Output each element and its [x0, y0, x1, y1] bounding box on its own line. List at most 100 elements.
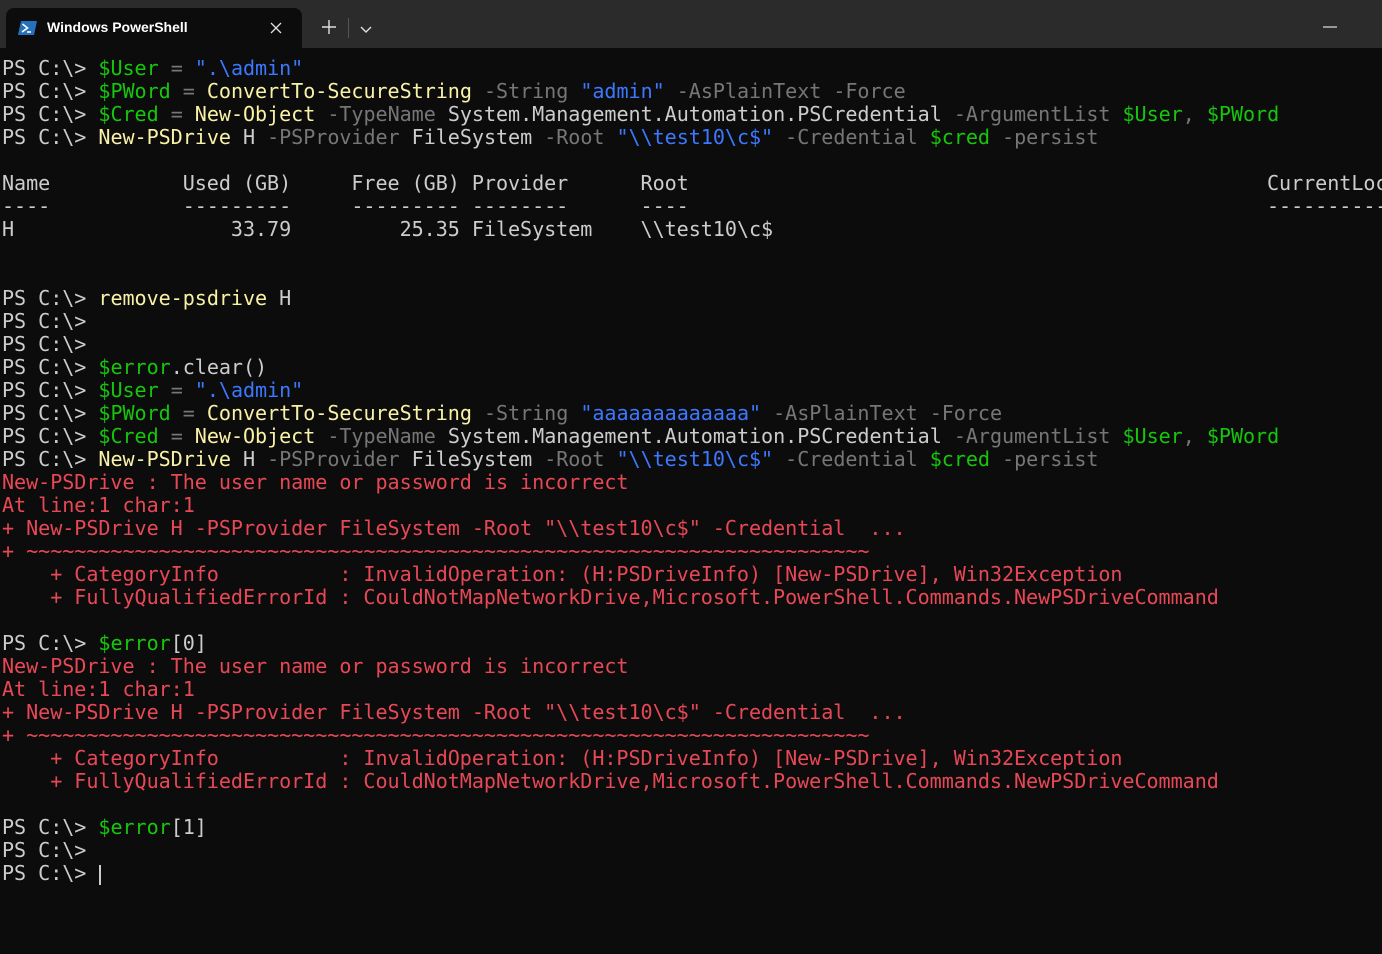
terminal-text-segment: = — [158, 424, 195, 448]
terminal-text-segment: H — [230, 447, 268, 471]
terminal-line: + FullyQualifiedErrorId : CouldNotMapNet… — [2, 770, 1382, 793]
terminal-text-segment: + CategoryInfo : InvalidOperation: (H:PS… — [2, 562, 1123, 586]
terminal-text-segment: New-Object — [194, 424, 316, 448]
terminal-text-segment: H — [267, 286, 292, 310]
terminal-text-segment: "\\test10\c$" — [616, 447, 774, 471]
terminal-text-segment: -persist — [989, 447, 1099, 471]
terminal-text-segment: -String — [471, 401, 581, 425]
terminal-text-segment: -String — [471, 79, 581, 103]
terminal-text-segment: + FullyQualifiedErrorId : CouldNotMapNet… — [2, 769, 1219, 793]
tab-separator — [348, 18, 349, 38]
terminal-text-segment: -Credential — [773, 447, 930, 471]
minimize-button[interactable] — [1312, 8, 1348, 36]
terminal-text-segment: System.Management.Automation.PSCredentia… — [447, 102, 942, 126]
terminal-text-segment: -PSProvider — [267, 125, 412, 149]
terminal-output[interactable]: PS C:\> $User = ".\admin" PS C:\> $PWord … — [2, 57, 1382, 954]
terminal-text-segment: "\\test10\c$" — [616, 125, 774, 149]
terminal-text-segment: New-PSDrive — [98, 447, 231, 471]
terminal-line: + New-PSDrive H -PSProvider FileSystem -… — [2, 517, 1382, 540]
terminal-text-segment: $cred — [929, 125, 990, 149]
terminal-line: PS C:\> $error[0] — [2, 632, 1382, 655]
close-icon[interactable] — [264, 16, 288, 40]
terminal-text-segment: $User — [1122, 424, 1183, 448]
terminal-text-segment: FileSystem — [411, 447, 533, 471]
terminal-text-segment: $User — [98, 378, 159, 402]
terminal-text-segment: -ArgumentList — [941, 424, 1123, 448]
terminal-text-segment: ".\admin" — [194, 378, 304, 402]
terminal-text-segment: PS C:\> — [2, 125, 99, 149]
terminal-line: ---- --------- --------- -------- ---- -… — [2, 195, 1382, 218]
text-cursor — [99, 864, 102, 885]
terminal-line: PS C:\> — [2, 839, 1382, 862]
terminal-text-segment: -AsPlainText -Force — [761, 401, 1002, 425]
terminal-line: New-PSDrive : The user name or password … — [2, 655, 1382, 678]
terminal-line: + New-PSDrive H -PSProvider FileSystem -… — [2, 701, 1382, 724]
terminal-text-segment: "aaaaaaaaaaaaa" — [580, 401, 762, 425]
terminal-line: PS C:\> — [2, 310, 1382, 333]
plus-icon — [322, 19, 336, 38]
terminal-line: PS C:\> $Cred = New-Object -TypeName Sys… — [2, 425, 1382, 448]
new-tab-button[interactable] — [314, 14, 344, 42]
terminal-text-segment: $User — [1122, 102, 1183, 126]
terminal-text-segment: PS C:\> — [2, 378, 99, 402]
terminal-text-segment: [0] — [170, 631, 207, 655]
terminal-text-segment: H — [230, 125, 268, 149]
terminal-text-segment: , — [1182, 102, 1207, 126]
terminal-text-segment: -TypeName — [315, 424, 448, 448]
terminal-text-segment: FileSystem — [411, 125, 533, 149]
terminal-line: PS C:\> New-PSDrive H -PSProvider FileSy… — [2, 126, 1382, 149]
terminal-line: PS C:\> $error[1] — [2, 816, 1382, 839]
tab-title: Windows PowerShell — [47, 19, 188, 35]
terminal-line: PS C:\> $PWord = ConvertTo-SecureString … — [2, 80, 1382, 103]
terminal-text-segment: + ~~~~~~~~~~~~~~~~~~~~~~~~~~~~~~~~~~~~~~… — [2, 539, 870, 563]
terminal-text-segment: New-PSDrive — [98, 125, 231, 149]
terminal-text-segment: $PWord — [1206, 424, 1280, 448]
terminal-text-segment: = — [158, 102, 195, 126]
tab-windows-powershell[interactable]: Windows PowerShell — [6, 8, 302, 48]
terminal-line: + CategoryInfo : InvalidOperation: (H:PS… — [2, 563, 1382, 586]
terminal-text-segment: $error — [98, 355, 171, 379]
terminal-text-segment: ConvertTo-SecureString — [206, 401, 472, 425]
terminal-line: + ~~~~~~~~~~~~~~~~~~~~~~~~~~~~~~~~~~~~~~… — [2, 724, 1382, 747]
terminal-text-segment: , — [1182, 424, 1207, 448]
terminal-line: H 33.79 25.35 FileSystem \\test10\c$ — [2, 218, 1382, 241]
powershell-icon — [18, 20, 38, 36]
terminal-text-segment: At line:1 char:1 — [2, 677, 195, 701]
terminal-text-segment: PS C:\> — [2, 309, 87, 333]
terminal-line: PS C:\> $User = ".\admin" — [2, 379, 1382, 402]
terminal-text-segment: $error — [98, 815, 171, 839]
terminal-line: PS C:\> $error.clear() — [2, 356, 1382, 379]
terminal-text-segment: = — [170, 401, 207, 425]
terminal-text-segment: PS C:\> — [2, 838, 87, 862]
terminal-text-segment: $User — [98, 57, 159, 80]
terminal-text-segment: PS C:\> — [2, 631, 99, 655]
terminal-line: PS C:\> $User = ".\admin" — [2, 57, 1382, 80]
terminal-line: At line:1 char:1 — [2, 678, 1382, 701]
terminal-text-segment: ---- --------- --------- -------- ---- -… — [2, 194, 1382, 218]
terminal-text-segment: PS C:\> — [2, 447, 99, 471]
terminal-line: PS C:\> — [2, 862, 1382, 885]
terminal-text-segment: $Cred — [98, 424, 159, 448]
terminal-text-segment: PS C:\> — [2, 861, 99, 885]
profile-dropdown-button[interactable] — [352, 14, 380, 42]
terminal-line: + ~~~~~~~~~~~~~~~~~~~~~~~~~~~~~~~~~~~~~~… — [2, 540, 1382, 563]
terminal-text-segment: PS C:\> — [2, 79, 99, 103]
terminal-text-segment: "admin" — [580, 79, 665, 103]
chevron-down-icon — [360, 19, 372, 38]
terminal-line: PS C:\> remove-psdrive H — [2, 287, 1382, 310]
terminal-line: + FullyQualifiedErrorId : CouldNotMapNet… — [2, 586, 1382, 609]
terminal-text-segment: PS C:\> — [2, 57, 99, 80]
terminal-text-segment: $cred — [929, 447, 990, 471]
terminal-text-segment: -Credential — [773, 125, 930, 149]
terminal-text-segment: PS C:\> — [2, 815, 99, 839]
terminal-text-segment: -persist — [989, 125, 1099, 149]
terminal-text-segment: = — [158, 57, 195, 80]
terminal-line: At line:1 char:1 — [2, 494, 1382, 517]
terminal-line: + CategoryInfo : InvalidOperation: (H:PS… — [2, 747, 1382, 770]
terminal-text-segment: $PWord — [1206, 102, 1280, 126]
